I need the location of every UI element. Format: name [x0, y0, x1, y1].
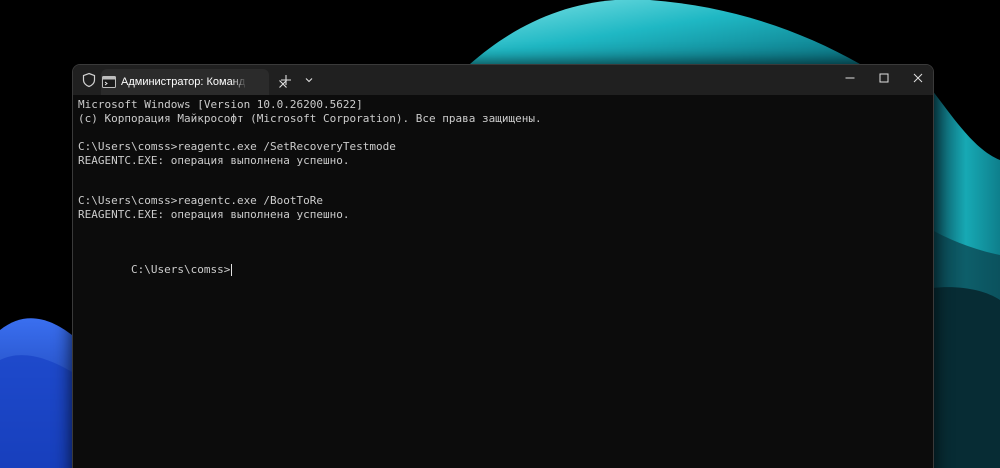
- maximize-icon: [879, 73, 889, 83]
- tab-title-fade: [231, 74, 247, 90]
- shield-icon: [82, 72, 96, 88]
- terminal-line: Microsoft Windows [Version 10.0.26200.56…: [78, 98, 363, 111]
- terminal-line: REAGENTC.EXE: операция выполнена успешно…: [78, 154, 350, 167]
- terminal-line: C:\Users\comss>reagentc.exe /BootToRe: [78, 194, 324, 207]
- terminal-window: Администратор: Командная с: [72, 64, 934, 468]
- terminal-prompt: C:\Users\comss>: [130, 263, 231, 276]
- terminal-prompt-line[interactable]: C:\Users\comss>: [78, 249, 233, 276]
- close-window-button[interactable]: [901, 65, 933, 93]
- maximize-button[interactable]: [867, 65, 901, 93]
- close-icon: [913, 73, 923, 83]
- tab-command-prompt[interactable]: Администратор: Командная с: [101, 69, 287, 95]
- plus-icon[interactable]: [279, 73, 293, 87]
- tab-title: Администратор: Командная с: [121, 76, 245, 88]
- terminal-icon: [102, 75, 116, 88]
- terminal-line: REAGENTC.EXE: операция выполнена успешно…: [78, 208, 350, 221]
- desktop: Администратор: Командная с: [0, 0, 1000, 468]
- minimize-icon: [845, 77, 855, 79]
- title-bar[interactable]: Администратор: Командная с: [73, 65, 933, 95]
- text-cursor: [231, 264, 233, 276]
- minimize-button[interactable]: [833, 65, 867, 93]
- terminal-line: (c) Корпорация Майкрософт (Microsoft Cor…: [78, 112, 542, 125]
- terminal-output[interactable]: Microsoft Windows [Version 10.0.26200.56…: [73, 95, 933, 468]
- terminal-line: C:\Users\comss>reagentc.exe /SetRecovery…: [78, 140, 396, 153]
- chevron-down-icon[interactable]: [303, 74, 315, 86]
